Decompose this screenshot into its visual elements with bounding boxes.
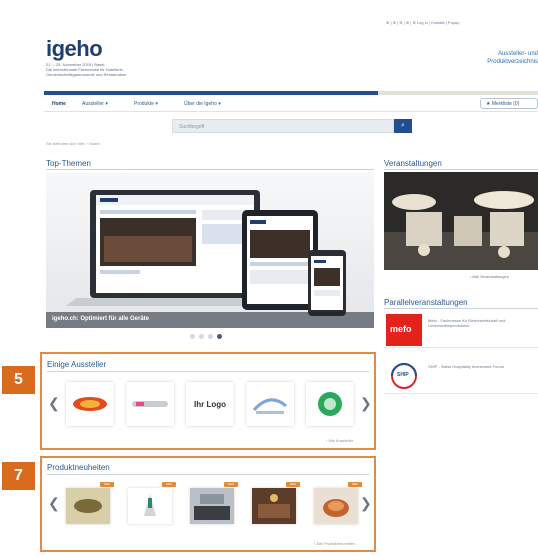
header-bar-accent [378, 91, 538, 95]
placeholder-logo-text: Ihr Logo [194, 399, 226, 409]
divider [47, 474, 369, 475]
header-bar [44, 91, 538, 95]
slider-dot-active[interactable] [217, 334, 222, 339]
neu-badge: NEU [162, 482, 176, 487]
exhibitor-logo-tile[interactable] [126, 382, 174, 426]
nav-item-aussteller[interactable]: Aussteller ▾ [82, 101, 108, 107]
product-tile[interactable] [252, 488, 296, 524]
slider-dot[interactable] [199, 334, 204, 339]
parallel-item-mefo[interactable]: mefo Mefo - Fachmesse für Fleischwirtsch… [384, 312, 538, 348]
product-tile[interactable] [314, 488, 358, 524]
slider-dot[interactable] [208, 334, 213, 339]
chevron-right-icon[interactable]: ❯ [360, 496, 372, 510]
nav-item-produkte[interactable]: Produkte ▾ [134, 101, 158, 107]
product-tile[interactable] [66, 488, 110, 524]
section-title-veranstaltungen: Veranstaltungen [384, 159, 442, 168]
callout-badge-5: 5 [2, 366, 35, 394]
product-image [252, 488, 296, 524]
slider-dot[interactable] [190, 334, 195, 339]
products-title: Produktneuheiten [47, 463, 110, 472]
parallel-item-text: Mefo - Fachmesse für Fleischwirtschaft u… [428, 318, 506, 328]
chevron-left-icon[interactable]: ❮ [48, 396, 60, 410]
products-box: Produktneuheiten ❮ ❯ NEU NEU NEU NEU NEU… [40, 456, 376, 552]
callout-badge-7: 7 [2, 462, 35, 490]
mefo-logo-text: mefo [390, 324, 412, 334]
exhibitor-logo-image [252, 398, 287, 414]
product-tile[interactable] [128, 488, 172, 524]
slider-dots [190, 334, 230, 340]
exhibitors-box: Einige Aussteller ❮ ❯ Ihr Logo › Alle Au… [40, 352, 376, 450]
neu-badge: NEU [286, 482, 300, 487]
ship-logo-text: SHIP [397, 372, 409, 378]
igeho-logo[interactable]: igeho [46, 36, 103, 62]
divider [384, 308, 538, 309]
ship-logo: SHIP [386, 360, 422, 392]
exhibitor-logo-tile[interactable] [66, 382, 114, 426]
chevron-left-icon[interactable]: ❮ [48, 496, 60, 510]
all-products-link[interactable]: › Alle Produktneuheiten [314, 541, 355, 546]
neu-badge: NEU [100, 482, 114, 487]
divider [46, 169, 374, 170]
merkliste-button[interactable]: ★ Merkliste (0) [480, 98, 538, 109]
exhibitor-logo-tile[interactable] [306, 382, 354, 426]
nav-item-home[interactable]: Home [52, 101, 66, 107]
search-icon: ⌕ [401, 122, 405, 129]
product-tile[interactable] [190, 488, 234, 524]
top-themen-slider[interactable] [46, 172, 374, 328]
parallel-item-text: SHIP - Swiss Hospitality Investment Foru… [428, 364, 505, 369]
divider [384, 169, 538, 170]
exhibitor-logo-image [73, 397, 107, 411]
product-image [66, 488, 110, 524]
page: igeho 21. – 25. November 2015 | Basel Di… [0, 0, 538, 556]
all-events-link[interactable]: › Alle Veranstaltungen [470, 274, 509, 279]
devices-image [46, 172, 374, 328]
product-image [128, 488, 172, 524]
mefo-logo: mefo [386, 314, 422, 346]
chevron-right-icon[interactable]: ❯ [360, 396, 372, 410]
exhibitor-logo-image [318, 392, 342, 416]
logo-subtitle: 21. – 25. November 2015 | Basel Die inte… [46, 62, 127, 77]
nav-item-ueber-igeho[interactable]: Über die Igeho ▾ [184, 101, 221, 107]
top-links[interactable]: ⊕ | ⊕ | ⊕ | ⊕ | ⊕ Log in | Kontakt | Pop… [386, 20, 538, 25]
neu-badge: NEU [224, 482, 238, 487]
search-input[interactable]: Suchbegriff [172, 119, 394, 133]
parallel-item-ship[interactable]: SHIP SHIP - Swiss Hospitality Investment… [384, 358, 538, 394]
exhibitor-logo-tile[interactable]: Ihr Logo [186, 382, 234, 426]
breadcrumb: Sie befinden sich hier: › Home [46, 141, 100, 146]
exhibitors-title: Einige Aussteller [47, 360, 107, 369]
divider [47, 371, 369, 372]
main-nav: Home Aussteller ▾ Produkte ▾ Über die Ig… [44, 96, 538, 112]
veranstaltungen-image[interactable] [384, 172, 538, 270]
neu-badge: NEU [348, 482, 362, 487]
section-title-top-themen: Top-Themen [46, 159, 91, 168]
search-button[interactable]: ⌕ [394, 119, 412, 133]
product-image [314, 488, 358, 524]
slider-caption[interactable]: igeho.ch: Optimiert für alle Geräte [46, 312, 374, 328]
exhibitor-logo-tile[interactable] [246, 382, 294, 426]
all-exhibitors-link[interactable]: › Alle Aussteller [326, 438, 353, 443]
directory-headline: Aussteller- und Produktverzeichnis [487, 51, 538, 65]
section-title-parallelveranstaltungen: Parallelveranstaltungen [384, 298, 468, 307]
exhibitor-logo-image [132, 401, 168, 407]
event-stand-image [384, 172, 538, 270]
product-image [190, 488, 234, 524]
